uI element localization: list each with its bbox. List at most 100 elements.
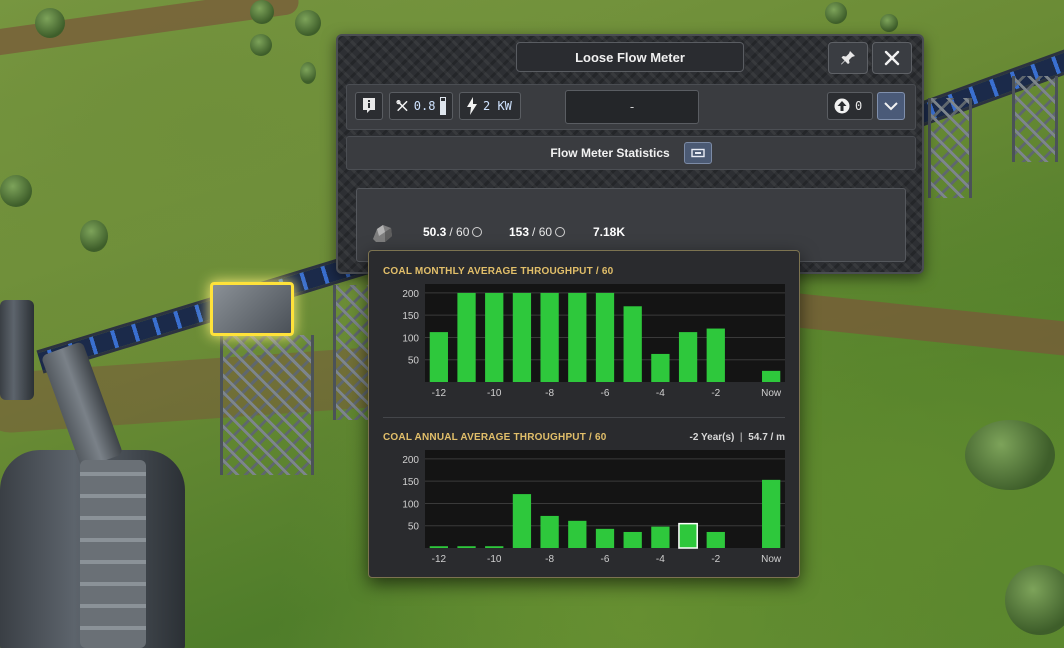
bar: [512, 292, 532, 382]
support-tower: [220, 335, 314, 475]
x-tick-label: -4: [656, 388, 665, 399]
power-chip[interactable]: 2 KW: [459, 92, 521, 120]
annual-throughput-chart: 50 100 150 200 -12 -10 -8 -6 -4 -2 Now: [402, 450, 785, 565]
maintenance-chip[interactable]: 0.8: [389, 92, 453, 120]
bar: [429, 546, 448, 548]
lightning-icon: [467, 97, 477, 115]
bar: [540, 515, 559, 548]
silo: [0, 300, 34, 400]
monthly-value: 50.3: [423, 225, 447, 239]
priority-value: 0: [855, 99, 863, 113]
clock-icon: [472, 227, 483, 237]
x-tick-label: -12: [432, 388, 447, 399]
bar: [429, 332, 448, 382]
tree: [250, 0, 274, 24]
flow-meter-block[interactable]: [210, 282, 294, 336]
chevron-down-icon: [884, 102, 898, 111]
bar: [457, 292, 476, 382]
statistics-header: Flow Meter Statistics: [346, 136, 916, 170]
maintenance-gauge: [440, 97, 446, 115]
chart-divider: [383, 417, 785, 418]
hover-value: 54.7 / m: [748, 432, 785, 443]
bar: [678, 522, 698, 549]
annual-stat: 153 / 60: [509, 225, 566, 239]
monthly-throughput-chart: 50 100 150 200 -12 -10 -8 -6 -4 -2 Now: [402, 284, 785, 399]
throughput-tooltip: COAL MONTHLY AVERAGE THROUGHPUT / 60 50 1…: [368, 250, 800, 578]
x-tick-label: -10: [487, 388, 502, 399]
y-tick-label: 100: [402, 333, 419, 344]
tree: [250, 34, 272, 56]
tree: [80, 220, 108, 252]
x-tick-label: -8: [545, 554, 554, 565]
toolbar: 0.8 2 KW - 0: [346, 84, 916, 130]
hover-period: -2 Year(s): [689, 432, 735, 443]
tree: [965, 420, 1055, 490]
priority-chip[interactable]: 0: [827, 92, 873, 120]
flow-meter-window[interactable]: Loose Flow Meter 0.8 2 KW - 0 Flow Meter…: [336, 34, 924, 274]
product-selector[interactable]: -: [565, 90, 699, 124]
monthly-stat: 50.3 / 60: [423, 225, 483, 239]
annual-value: 153: [509, 225, 530, 239]
bar: [706, 531, 725, 548]
bar: [762, 479, 781, 548]
info-icon: [363, 98, 375, 113]
bar: [540, 292, 559, 382]
y-tick-label: 200: [402, 455, 419, 466]
bar: [706, 328, 725, 382]
statistics-title: Flow Meter Statistics: [550, 146, 670, 160]
bar: [623, 531, 642, 548]
hover-separator: |: [737, 432, 746, 443]
tree: [825, 2, 847, 24]
monthly-chart-title: COAL MONTHLY AVERAGE THROUGHPUT / 60: [383, 266, 614, 277]
close-icon: [884, 50, 900, 66]
bar: [485, 292, 504, 382]
bar: [595, 528, 615, 548]
x-tick-label: -6: [601, 554, 610, 565]
tree: [300, 62, 316, 84]
info-button[interactable]: [355, 92, 383, 120]
clock-icon: [555, 227, 566, 237]
tree: [295, 10, 321, 36]
pin-icon: [841, 51, 855, 65]
total-value: 7.18K: [593, 225, 626, 239]
tree: [880, 14, 898, 32]
y-tick-label: 150: [402, 477, 419, 488]
annual-suffix: / 60: [532, 225, 553, 239]
x-tick-label: Now: [761, 554, 782, 565]
support-tower: [333, 285, 373, 420]
x-tick-label: -2: [711, 388, 720, 399]
total-stat: 7.18K: [593, 225, 625, 239]
bar: [568, 520, 587, 548]
statistics-toggle-button[interactable]: [683, 142, 712, 164]
window-title: Loose Flow Meter: [516, 42, 744, 72]
x-tick-label: -6: [601, 388, 610, 399]
bar: [485, 546, 504, 548]
bar: [512, 494, 532, 548]
pin-button[interactable]: [828, 42, 868, 74]
bar: [623, 306, 642, 382]
x-tick-label: -2: [711, 554, 720, 565]
y-tick-label: 100: [402, 499, 419, 510]
maintenance-value: 0.8: [413, 99, 436, 113]
x-tick-label: -12: [432, 554, 447, 565]
bar: [678, 332, 698, 382]
y-tick-label: 50: [408, 522, 420, 533]
y-tick-label: 150: [402, 311, 419, 322]
elevator-shaft: [80, 460, 146, 648]
coal-product-icon: [373, 225, 392, 242]
close-button[interactable]: [872, 42, 912, 74]
tree: [35, 8, 65, 38]
tree: [0, 175, 32, 207]
tree: [1005, 565, 1064, 635]
bar: [651, 526, 670, 548]
power-value: 2 KW: [483, 99, 512, 113]
support-tower: [928, 98, 972, 198]
maintenance-tools-icon: [396, 100, 408, 112]
x-tick-label: Now: [761, 388, 782, 399]
bar: [457, 546, 476, 548]
bar: [762, 370, 781, 382]
monthly-suffix: / 60: [449, 225, 470, 239]
expand-button[interactable]: [877, 92, 905, 120]
hover-readout: -2 Year(s) | 54.7 / m: [690, 432, 785, 443]
y-tick-label: 50: [408, 356, 420, 367]
